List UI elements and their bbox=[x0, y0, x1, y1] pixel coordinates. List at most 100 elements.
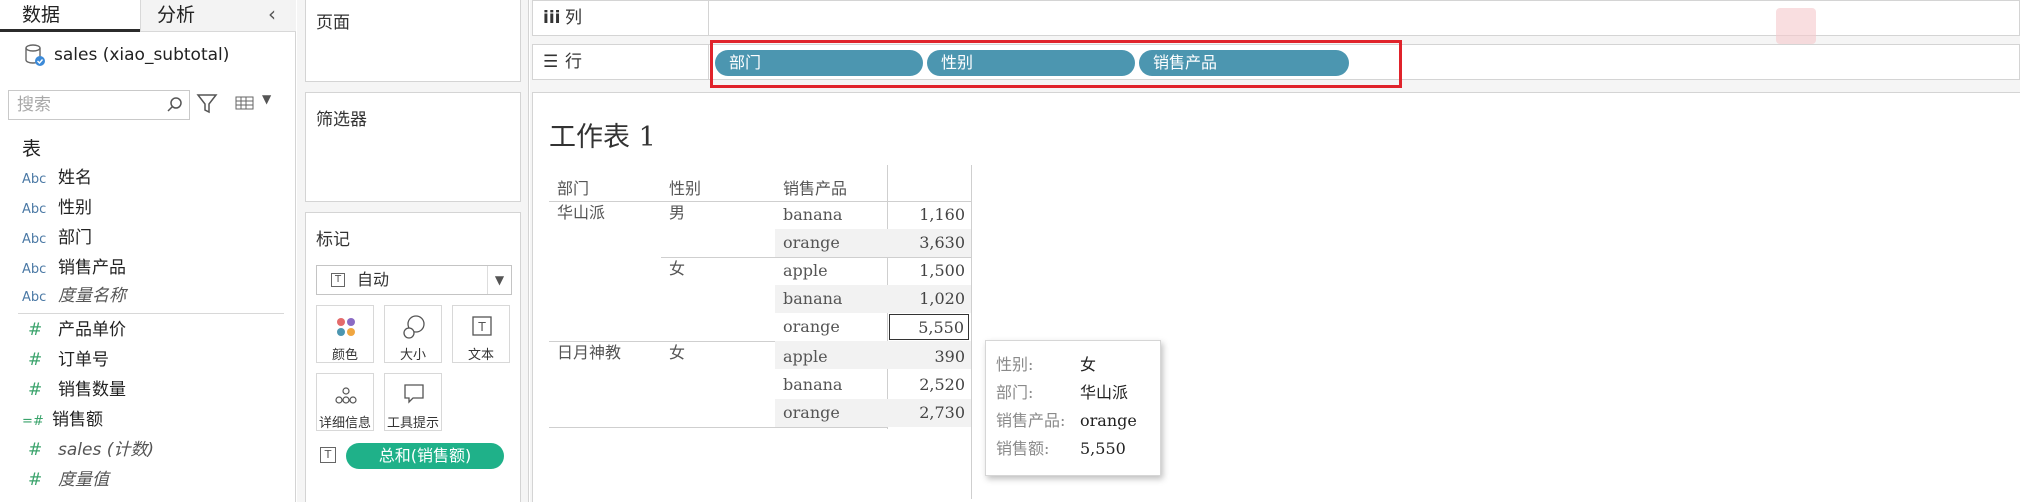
view-area: 工作表 1 部门 性别 销售产品 华山派 男 女 日月神教 女 banana 1… bbox=[530, 88, 2020, 502]
grid-line bbox=[549, 427, 887, 428]
search-icon[interactable] bbox=[165, 95, 185, 115]
field-measure[interactable]: =# 销售额 bbox=[22, 405, 284, 435]
search-box[interactable] bbox=[8, 90, 190, 120]
tab-data[interactable]: 数据 bbox=[0, 0, 140, 32]
mark-type-dropdown[interactable]: T 自动 ▼ bbox=[316, 265, 512, 295]
field-name: 部门 bbox=[58, 228, 92, 248]
columns-icon: iii bbox=[543, 8, 561, 28]
chevron-down-icon[interactable]: ▼ bbox=[487, 266, 511, 294]
pages-card[interactable]: 页面 bbox=[305, 0, 521, 82]
tooltip-row: 性别: 女 bbox=[996, 351, 1096, 379]
field-dimension[interactable]: Abc 部门 bbox=[22, 223, 284, 253]
field-name: 销售产品 bbox=[58, 258, 126, 278]
field-dimension[interactable]: Abc 销售产品 bbox=[22, 253, 284, 283]
number-type-icon: # bbox=[28, 380, 43, 400]
cards-pane: 页面 筛选器 标记 T 自动 ▼ 颜色 大小 T 文本 详细信息 工具提示 T … bbox=[297, 0, 529, 502]
value-cell[interactable]: 1,020 bbox=[887, 285, 965, 313]
value-cell[interactable]: 2,520 bbox=[887, 371, 965, 399]
header-product[interactable]: 销售产品 bbox=[783, 175, 847, 199]
size-button[interactable]: 大小 bbox=[384, 305, 442, 363]
text-button-label: 文本 bbox=[467, 348, 494, 363]
field-measure[interactable]: # 销售数量 bbox=[22, 375, 284, 405]
value-cell[interactable]: 2,730 bbox=[887, 399, 965, 427]
tooltip-icon bbox=[404, 384, 424, 404]
grid-line bbox=[971, 165, 972, 499]
svg-text:T: T bbox=[477, 320, 486, 334]
measure-pill-sum-sales[interactable]: 总和(销售额) bbox=[346, 443, 504, 469]
dept-cell[interactable]: 日月神教 bbox=[557, 339, 621, 367]
rows-icon: ☰ bbox=[543, 52, 559, 72]
size-button-label: 大小 bbox=[399, 348, 426, 363]
product-cell[interactable]: banana bbox=[783, 201, 842, 229]
value-cell[interactable]: 1,160 bbox=[887, 201, 965, 229]
field-measure[interactable]: # 产品单价 bbox=[22, 315, 284, 345]
tooltip-row: 销售产品: orange bbox=[996, 407, 1137, 435]
tooltip-value: orange bbox=[1080, 411, 1137, 430]
marks-card: 标记 T 自动 ▼ 颜色 大小 T 文本 详细信息 工具提示 T 总和(销售额) bbox=[305, 212, 521, 502]
filters-card-title: 筛选器 bbox=[316, 110, 367, 130]
color-button-label: 颜色 bbox=[331, 348, 358, 363]
string-type-icon: Abc bbox=[22, 202, 47, 217]
filter-icon[interactable] bbox=[196, 92, 218, 116]
number-type-icon: # bbox=[28, 350, 43, 370]
field-dimension[interactable]: Abc 性别 bbox=[22, 193, 284, 223]
detail-button[interactable]: 详细信息 bbox=[316, 373, 374, 431]
rows-shelf-highlight-box bbox=[710, 40, 1402, 88]
value-cell[interactable]: 3,630 bbox=[887, 229, 965, 257]
tooltip-button-label: 工具提示 bbox=[386, 416, 439, 431]
field-name: 销售额 bbox=[52, 410, 103, 430]
field-name: 产品单价 bbox=[58, 320, 126, 340]
product-cell[interactable]: apple bbox=[783, 343, 828, 371]
product-cell[interactable]: orange bbox=[783, 313, 840, 341]
search-input[interactable] bbox=[9, 91, 159, 119]
database-icon bbox=[25, 44, 45, 66]
product-cell[interactable]: banana bbox=[783, 285, 842, 313]
tooltip-row: 部门: 华山派 bbox=[996, 379, 1128, 407]
gender-cell[interactable]: 男 bbox=[669, 199, 685, 227]
tooltip-key: 销售额: bbox=[996, 439, 1050, 458]
field-measure[interactable]: # 订单号 bbox=[22, 345, 284, 375]
field-measure[interactable]: # 度量值 bbox=[22, 465, 284, 495]
chevron-down-icon[interactable]: ▼ bbox=[262, 92, 271, 106]
value-cell-selected[interactable]: 5,550 bbox=[889, 314, 969, 340]
tooltip-button[interactable]: 工具提示 bbox=[384, 373, 442, 431]
header-gender[interactable]: 性别 bbox=[669, 175, 701, 199]
list-view-icon[interactable] bbox=[234, 94, 256, 114]
product-cell[interactable]: apple bbox=[783, 257, 828, 285]
gender-cell[interactable]: 女 bbox=[669, 339, 685, 367]
grid-line bbox=[887, 165, 888, 201]
text-mark-icon: T bbox=[331, 273, 345, 287]
worksheet: 工作表 1 部门 性别 销售产品 华山派 男 女 日月神教 女 banana 1… bbox=[532, 92, 2020, 502]
color-icon bbox=[337, 318, 355, 336]
number-type-icon: # bbox=[28, 440, 43, 460]
dept-cell[interactable]: 华山派 bbox=[557, 199, 605, 227]
color-button[interactable]: 颜色 bbox=[316, 305, 374, 363]
header-department[interactable]: 部门 bbox=[557, 175, 589, 199]
text-button[interactable]: T 文本 bbox=[452, 305, 510, 363]
pages-card-title: 页面 bbox=[316, 13, 350, 33]
field-name: 度量名称 bbox=[58, 286, 126, 306]
value-cell[interactable]: 1,500 bbox=[887, 257, 965, 285]
string-type-icon: Abc bbox=[22, 290, 47, 305]
gender-cell[interactable]: 女 bbox=[669, 255, 685, 283]
field-measure[interactable]: # sales (计数) bbox=[22, 435, 284, 465]
field-name: 度量值 bbox=[58, 470, 109, 490]
product-cell[interactable]: orange bbox=[783, 229, 840, 257]
rows-label: 行 bbox=[565, 52, 582, 72]
product-cell[interactable]: banana bbox=[783, 371, 842, 399]
tooltip-value: 5,550 bbox=[1080, 439, 1126, 458]
tooltip-value: 女 bbox=[1080, 355, 1097, 374]
field-divider bbox=[18, 313, 284, 314]
field-dimension[interactable]: Abc 度量名称 bbox=[22, 281, 284, 311]
value-cell[interactable]: 390 bbox=[887, 343, 965, 371]
section-title-tables: 表 bbox=[22, 138, 42, 160]
filters-card[interactable]: 筛选器 bbox=[305, 92, 521, 202]
text-icon: T bbox=[472, 316, 492, 336]
field-dimension[interactable]: Abc 姓名 bbox=[22, 163, 284, 193]
sheet-title: 工作表 1 bbox=[549, 122, 656, 153]
detail-icon bbox=[335, 387, 357, 404]
field-name: sales (计数) bbox=[58, 440, 154, 460]
collapse-pane-icon[interactable]: ‹ bbox=[268, 2, 276, 26]
tooltip-row: 销售额: 5,550 bbox=[996, 435, 1126, 463]
product-cell[interactable]: orange bbox=[783, 399, 840, 427]
